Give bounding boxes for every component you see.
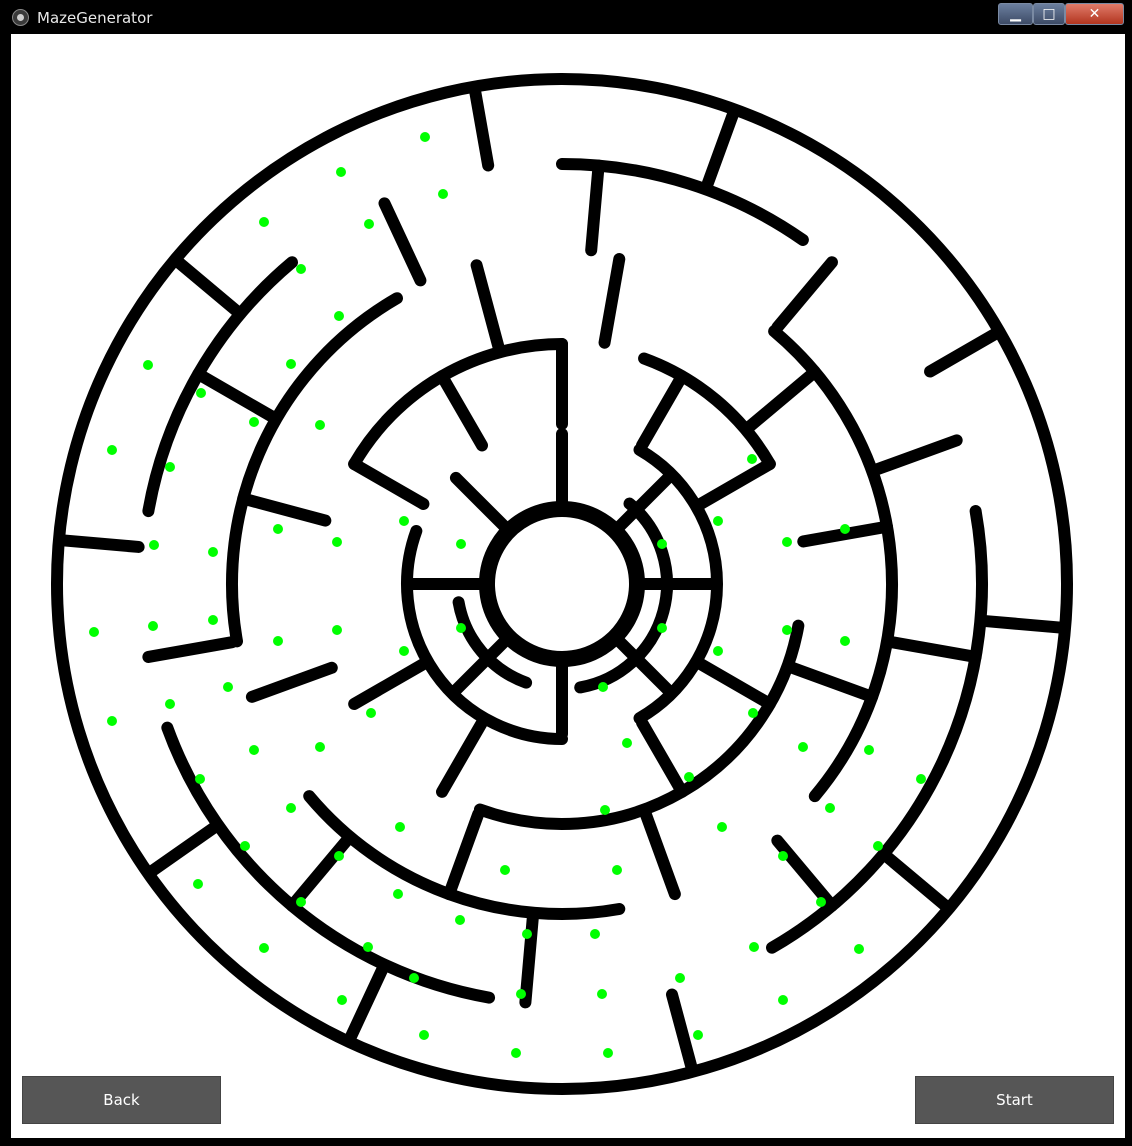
path-marker: [223, 682, 233, 692]
path-marker: [149, 540, 159, 550]
path-marker: [337, 995, 347, 1005]
path-marker: [778, 851, 788, 861]
path-marker: [840, 524, 850, 534]
path-marker: [522, 929, 532, 939]
path-marker: [107, 445, 117, 455]
path-marker: [657, 623, 667, 633]
path-marker: [208, 547, 218, 557]
path-marker: [399, 646, 409, 656]
path-marker: [873, 841, 883, 851]
path-marker: [864, 745, 874, 755]
path-marker: [107, 716, 117, 726]
path-marker: [455, 915, 465, 925]
path-marker: [286, 359, 296, 369]
path-marker: [597, 989, 607, 999]
path-marker: [916, 774, 926, 784]
path-marker: [315, 742, 325, 752]
path-marker: [364, 219, 374, 229]
path-marker: [249, 745, 259, 755]
path-marker: [193, 879, 203, 889]
path-marker: [366, 708, 376, 718]
path-marker: [336, 167, 346, 177]
canvas-background: [11, 34, 1125, 1138]
path-marker: [259, 943, 269, 953]
path-marker: [240, 841, 250, 851]
path-marker: [713, 646, 723, 656]
maze-wall: [57, 534, 145, 553]
path-marker: [778, 995, 788, 1005]
path-marker: [419, 1030, 429, 1040]
path-marker: [334, 851, 344, 861]
path-marker: [420, 132, 430, 142]
path-marker: [363, 942, 373, 952]
path-marker: [749, 942, 759, 952]
path-marker: [511, 1048, 521, 1058]
path-marker: [782, 625, 792, 635]
path-marker: [684, 772, 694, 782]
maze-wall: [979, 615, 1067, 634]
path-marker: [409, 973, 419, 983]
path-marker: [259, 217, 269, 227]
path-marker: [165, 462, 175, 472]
path-marker: [286, 803, 296, 813]
path-marker: [332, 537, 342, 547]
path-marker: [840, 636, 850, 646]
path-marker: [249, 417, 259, 427]
path-marker: [612, 865, 622, 875]
path-marker: [798, 742, 808, 752]
back-button[interactable]: Back: [22, 1076, 221, 1124]
path-marker: [456, 623, 466, 633]
path-marker: [675, 973, 685, 983]
path-marker: [500, 865, 510, 875]
path-marker: [713, 516, 723, 526]
path-marker: [143, 360, 153, 370]
maze-wall: [585, 159, 605, 257]
path-marker: [825, 803, 835, 813]
path-marker: [89, 627, 99, 637]
start-button[interactable]: Start: [915, 1076, 1114, 1124]
path-marker: [782, 537, 792, 547]
path-marker: [516, 989, 526, 999]
path-marker: [196, 388, 206, 398]
path-marker: [195, 774, 205, 784]
path-marker: [598, 682, 608, 692]
path-marker: [399, 516, 409, 526]
path-marker: [393, 889, 403, 899]
path-marker: [334, 311, 344, 321]
path-marker: [693, 1030, 703, 1040]
path-marker: [395, 822, 405, 832]
path-marker: [208, 615, 218, 625]
path-marker: [747, 454, 757, 464]
path-marker: [657, 539, 667, 549]
path-marker: [332, 625, 342, 635]
path-marker: [717, 822, 727, 832]
path-marker: [622, 738, 632, 748]
path-marker: [296, 897, 306, 907]
path-marker: [273, 524, 283, 534]
path-marker: [590, 929, 600, 939]
path-marker: [748, 708, 758, 718]
path-marker: [296, 264, 306, 274]
path-marker: [456, 539, 466, 549]
path-marker: [600, 805, 610, 815]
path-marker: [315, 420, 325, 430]
path-marker: [816, 897, 826, 907]
path-marker: [273, 636, 283, 646]
path-marker: [603, 1048, 613, 1058]
path-marker: [854, 944, 864, 954]
maze-canvas: [11, 34, 1125, 1138]
path-marker: [165, 699, 175, 709]
path-marker: [148, 621, 158, 631]
path-marker: [438, 189, 448, 199]
